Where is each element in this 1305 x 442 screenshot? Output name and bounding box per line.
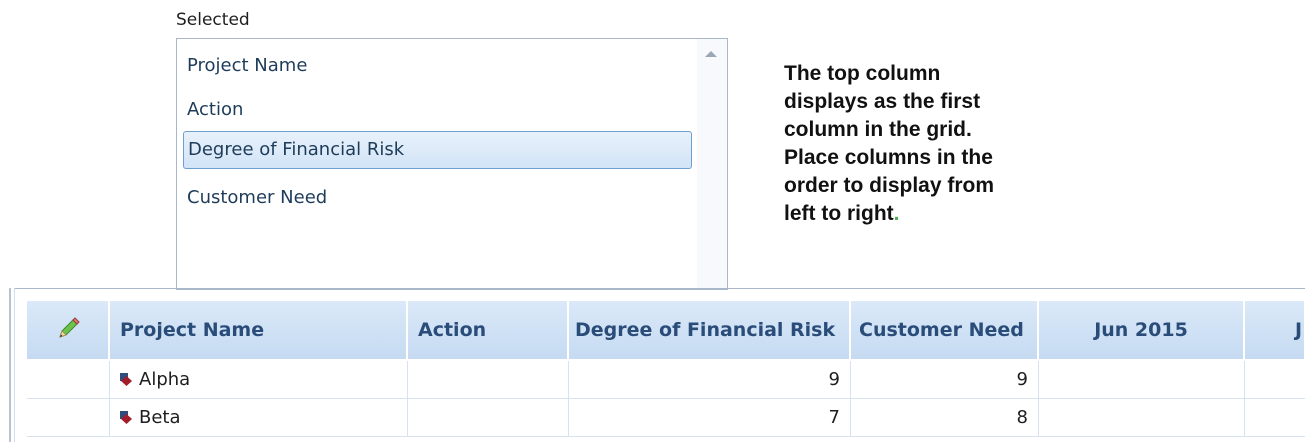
action-cell[interactable]: [408, 361, 569, 399]
list-item-degree-of-financial-risk[interactable]: Degree of Financial Risk: [183, 131, 692, 169]
financial-risk-cell[interactable]: 9: [569, 361, 851, 399]
action-cell[interactable]: [408, 399, 569, 437]
scroll-up-arrow-icon[interactable]: [705, 51, 717, 57]
help-text-body: The top column displays as the first col…: [784, 62, 995, 225]
jun-2015-cell[interactable]: [1039, 399, 1245, 437]
list-item-action[interactable]: Action: [183, 91, 692, 129]
grid-header-row: Project Name Action Degree of Financial …: [15, 289, 1305, 361]
table-row-alpha[interactable]: Alpha 9 9: [15, 361, 1305, 399]
row-edit-cell[interactable]: [27, 399, 110, 437]
project-name-text: Alpha: [139, 369, 191, 390]
header-customer-need[interactable]: Customer Need: [851, 301, 1038, 359]
next-month-cell[interactable]: [1245, 361, 1305, 399]
header-jun-2015[interactable]: Jun 2015: [1039, 301, 1244, 359]
customer-need-cell[interactable]: 9: [851, 361, 1039, 399]
selected-columns-list[interactable]: Project Name Action Degree of Financial …: [176, 38, 728, 290]
table-row-beta[interactable]: Beta 7 8: [15, 399, 1305, 437]
header-next-month-partial[interactable]: J: [1245, 301, 1305, 359]
header-action[interactable]: Action: [408, 301, 568, 359]
project-icon: [120, 373, 132, 386]
header-degree-of-financial-risk[interactable]: Degree of Financial Risk: [569, 301, 850, 359]
list-item-customer-need[interactable]: Customer Need: [183, 179, 692, 217]
financial-risk-cell[interactable]: 7: [569, 399, 851, 437]
project-name-cell[interactable]: Alpha: [110, 361, 408, 399]
pencil-icon: [58, 316, 80, 338]
list-scrollbar[interactable]: [697, 39, 727, 289]
jun-2015-cell[interactable]: [1039, 361, 1245, 399]
project-name-text: Beta: [139, 407, 181, 428]
customer-need-cell[interactable]: 8: [851, 399, 1039, 437]
grid-left-border: [9, 288, 11, 442]
column-order-help-text: The top column displays as the first col…: [784, 60, 1084, 228]
next-month-cell[interactable]: [1245, 399, 1305, 437]
selected-columns-label: Selected: [176, 10, 250, 30]
header-project-name[interactable]: Project Name: [110, 301, 407, 359]
row-edit-cell[interactable]: [27, 361, 110, 399]
project-name-cell[interactable]: Beta: [110, 399, 408, 437]
project-grid[interactable]: Project Name Action Degree of Financial …: [15, 288, 1305, 442]
help-text-end-mark: .: [893, 202, 900, 225]
list-item-project-name[interactable]: Project Name: [183, 47, 692, 85]
project-icon: [120, 411, 132, 424]
header-edit-column[interactable]: [27, 301, 109, 359]
